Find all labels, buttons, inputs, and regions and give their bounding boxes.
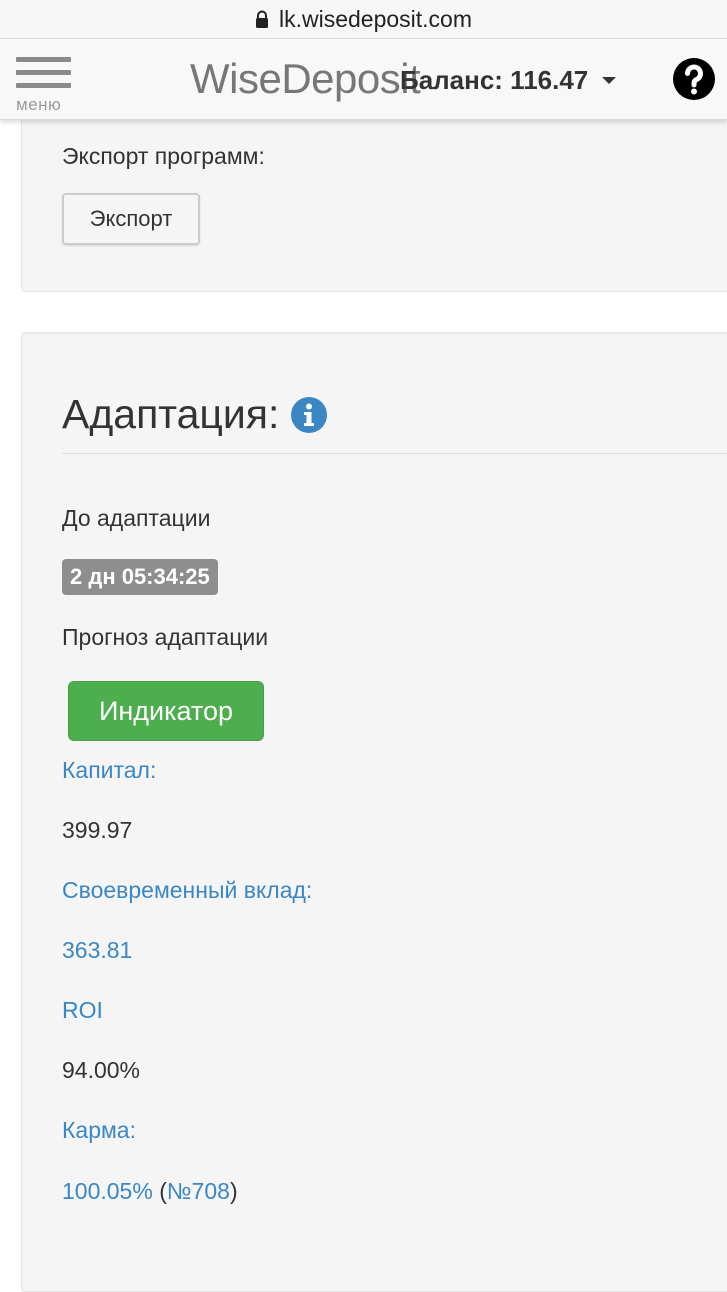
question-circle-icon[interactable]	[672, 57, 716, 101]
adaptation-panel: Адаптация: До адаптации 2 дн 05:34:25 Пр…	[21, 332, 727, 1292]
section-divider	[62, 453, 727, 454]
info-icon[interactable]	[291, 396, 328, 433]
roi-value: 94.00%	[62, 1057, 141, 1083]
timely-deposit-label[interactable]: Своевременный вклад:	[62, 877, 312, 904]
hamburger-icon-bar	[16, 83, 71, 88]
lock-icon	[255, 10, 268, 28]
menu-label: меню	[16, 95, 62, 114]
until-adaptation-label: До адаптации	[62, 505, 211, 531]
karma-label[interactable]: Карма:	[62, 1117, 136, 1144]
site-header: меню WiseDeposit Баланс: 116.47	[0, 38, 727, 120]
browser-url-bar[interactable]: lk.wisedeposit.com	[0, 0, 727, 38]
karma-rank-open-paren: (	[159, 1178, 167, 1204]
capital-value: 399.97	[62, 817, 133, 843]
karma-rank[interactable]: №708	[167, 1178, 230, 1204]
balance-dropdown[interactable]: Баланс: 116.47	[400, 65, 617, 96]
export-button[interactable]: Экспорт	[62, 193, 200, 245]
timely-deposit-value[interactable]: 363.81	[62, 937, 132, 964]
caret-down-icon	[602, 77, 617, 84]
export-label: Экспорт программ:	[62, 143, 265, 169]
balance-text: Баланс: 116.47	[400, 65, 589, 95]
indicator-button[interactable]: Индикатор	[68, 681, 264, 741]
hamburger-icon	[16, 57, 71, 62]
brand-logo[interactable]: WiseDeposit	[190, 55, 421, 103]
karma-value[interactable]: 100.05%	[62, 1178, 153, 1204]
forecast-label: Прогноз адаптации	[62, 624, 269, 650]
capital-label[interactable]: Капитал:	[62, 757, 156, 784]
export-panel: Экспорт программ: Экспорт	[21, 90, 727, 292]
menu-button[interactable]: меню	[16, 57, 72, 115]
countdown-badge: 2 дн 05:34:25	[62, 559, 218, 595]
karma-rank-close-paren: )	[229, 1178, 238, 1204]
hamburger-icon-bar	[16, 70, 71, 75]
karma-row: 100.05% (№708)	[62, 1178, 238, 1205]
url-text: lk.wisedeposit.com	[278, 5, 473, 32]
roi-label[interactable]: ROI	[62, 997, 103, 1024]
section-title: Адаптация:	[62, 391, 328, 438]
adaptation-title: Адаптация:	[62, 391, 280, 437]
